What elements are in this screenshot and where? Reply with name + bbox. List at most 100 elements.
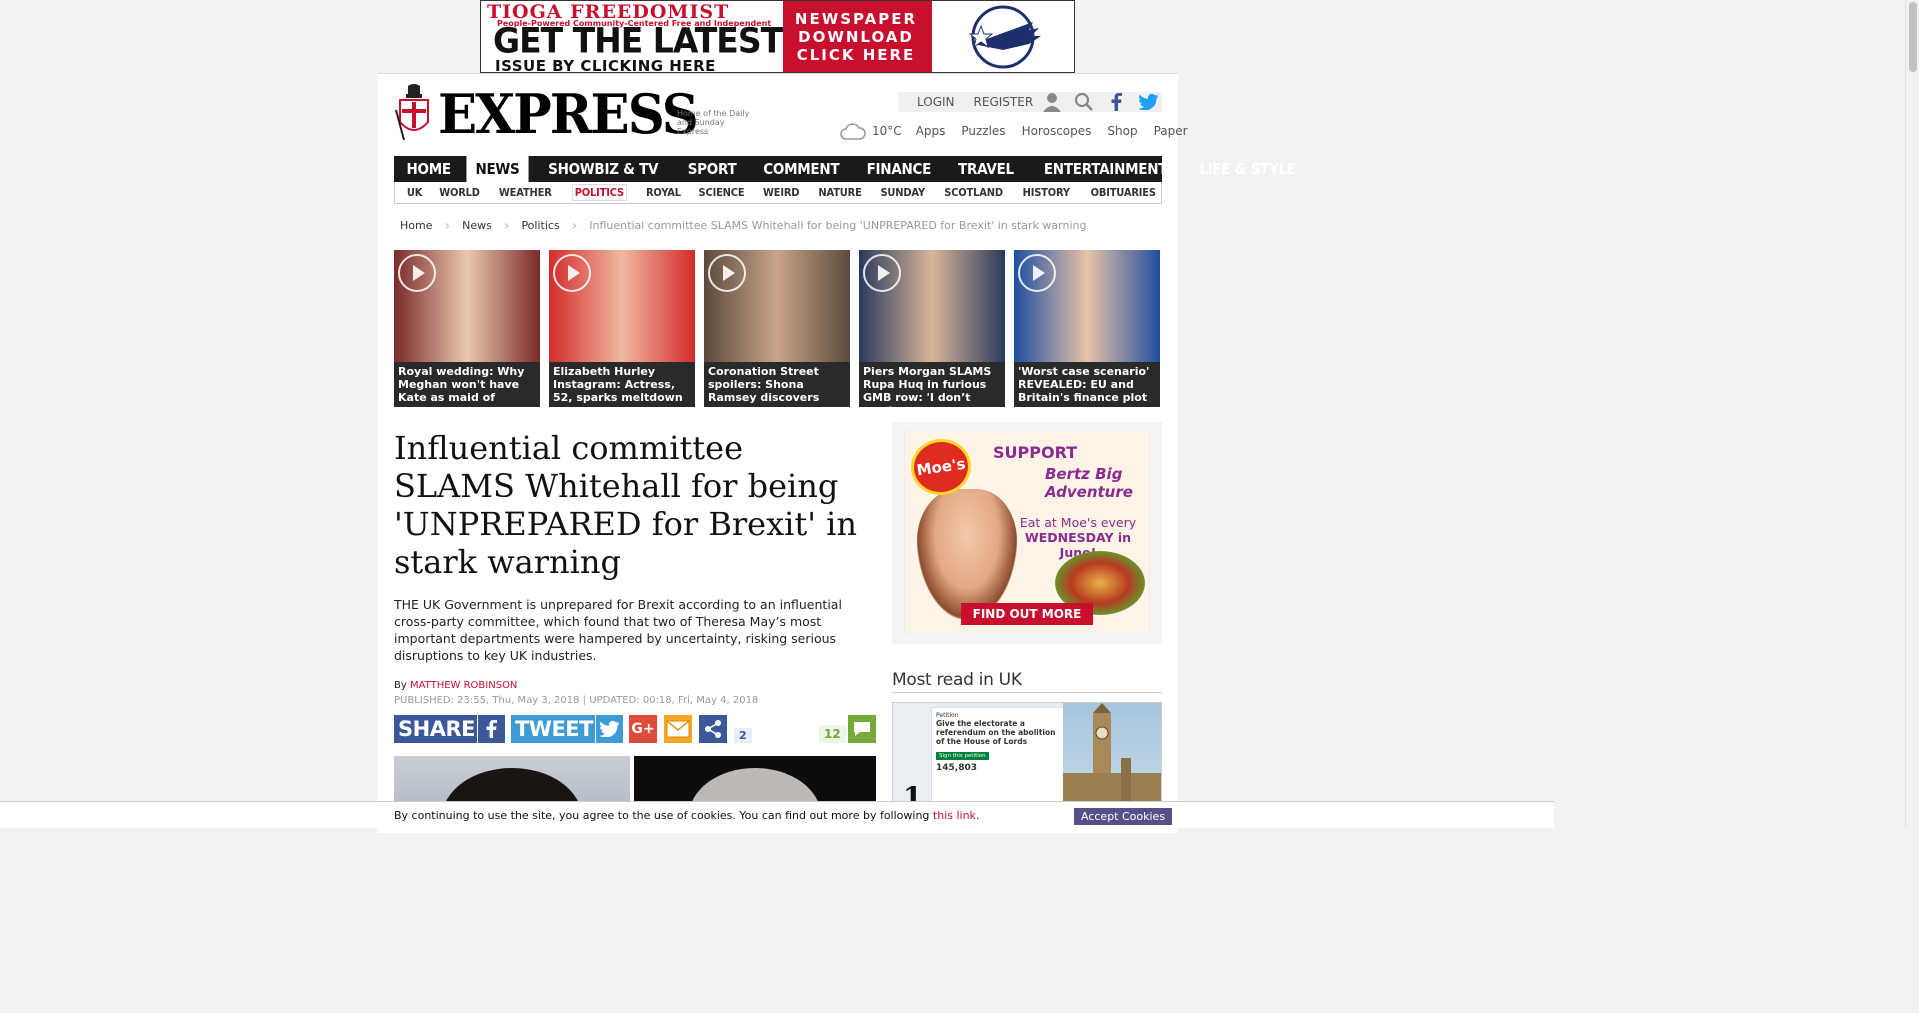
paper-link[interactable]: Paper — [1154, 124, 1188, 138]
puzzles-link[interactable]: Puzzles — [961, 124, 1005, 138]
breadcrumb: Home › News › Politics › Influential com… — [394, 217, 1086, 234]
video-caption: 'Worst case scenario' REVEALED: EU and B… — [1018, 365, 1150, 404]
ad-cta-line: NEWSPAPER — [794, 9, 918, 28]
breadcrumb-politics[interactable]: Politics — [515, 217, 565, 234]
email-share-button[interactable] — [663, 715, 692, 743]
eagle-star-icon — [968, 5, 1041, 68]
article-image-right — [634, 756, 876, 806]
subnav-item-weird[interactable]: WEIRD — [763, 186, 799, 199]
nav-item-showbiz-tv[interactable]: SHOWBIZ & TV — [539, 156, 667, 182]
weather-widget[interactable]: 10°C — [840, 122, 902, 140]
subnav-item-weather[interactable]: WEATHER — [499, 186, 552, 199]
subnav-item-obituaries[interactable]: OBITUARIES — [1090, 186, 1155, 199]
nav-item-life-style[interactable]: LIFE & STYLE — [1190, 156, 1305, 182]
subnav-item-nature[interactable]: NATURE — [818, 186, 861, 199]
subnav-item-royal[interactable]: ROYAL — [645, 186, 680, 199]
article-byline: By MATTHEW ROBINSON — [394, 680, 517, 691]
most-read-heading: Most read in UK — [892, 670, 1162, 693]
petition-label: Petition — [936, 712, 959, 719]
login-link[interactable]: LOGIN — [917, 95, 955, 109]
most-read-item[interactable]: Petition Give the electorate a referendu… — [892, 702, 1162, 812]
google-plus-share-button[interactable]: G+ — [628, 715, 657, 743]
video-card[interactable]: Royal wedding: Why Meghan won't have Kat… — [394, 250, 540, 407]
horoscopes-link[interactable]: Horoscopes — [1022, 124, 1092, 138]
accept-cookies-button[interactable]: Accept Cookies — [1074, 808, 1173, 825]
cookie-link[interactable]: this link — [933, 809, 976, 822]
cookie-period: . — [975, 809, 980, 822]
nav-item-entertainment[interactable]: ENTERTAINMENT — [1035, 156, 1176, 182]
twitter-share-button[interactable]: TWEET — [510, 715, 623, 743]
chevron-right-icon: › — [503, 217, 510, 234]
nav-item-travel[interactable]: TRAVEL — [949, 156, 1023, 182]
share-bar: SHARE TWEET G+ 2 — [394, 715, 752, 743]
comment-icon — [847, 715, 876, 743]
twitter-icon[interactable] — [1138, 92, 1158, 112]
play-icon — [708, 254, 746, 292]
facebook-icon[interactable] — [1106, 92, 1126, 112]
top-advertisement[interactable]: TIOGA FREEDOMIST People-Powered Communit… — [480, 0, 1075, 73]
scrollbar[interactable] — [1905, 0, 1919, 828]
nav-item-sport[interactable]: SPORT — [678, 156, 745, 182]
author-link[interactable]: MATTHEW ROBINSON — [410, 680, 517, 691]
byline-prefix: By — [394, 680, 407, 691]
breadcrumb-home[interactable]: Home — [394, 217, 438, 234]
cookie-message: By continuing to use the site, you agree… — [394, 809, 930, 822]
ad-cta-line: DOWNLOAD — [798, 27, 914, 46]
ad-headline: GET THE LATEST — [493, 20, 783, 61]
video-card[interactable]: Coronation Street spoilers: Shona Ramsey… — [704, 250, 850, 407]
cookie-banner: By continuing to use the site, you agree… — [0, 801, 1554, 828]
play-icon — [1018, 254, 1056, 292]
shop-link[interactable]: Shop — [1107, 124, 1137, 138]
nav-item-comment[interactable]: COMMENT — [754, 156, 848, 182]
envelope-icon — [666, 720, 690, 738]
video-caption: Elizabeth Hurley Instagram: Actress, 52,… — [553, 365, 683, 404]
nav-item-news[interactable]: NEWS — [466, 156, 529, 182]
article-headline: Influential committee SLAMS Whitehall fo… — [394, 429, 858, 581]
page-container: EXPRESS Home of the Daily and Sunday Exp… — [378, 73, 1296, 833]
nav-item-home[interactable]: HOME — [397, 156, 459, 182]
header-sub-links: 10°C Apps Puzzles Horoscopes Shop Paper — [840, 122, 1204, 140]
facebook-share-button[interactable]: SHARE — [394, 715, 505, 743]
logo-wordmark: EXPRESS — [438, 82, 699, 146]
nav-item-finance[interactable]: FINANCE — [858, 156, 941, 182]
share-count: 2 — [733, 727, 752, 743]
more-share-button[interactable] — [698, 715, 727, 743]
breadcrumb-news[interactable]: News — [456, 217, 498, 234]
petition-count: 145,803 — [936, 763, 977, 773]
subnav-item-science[interactable]: SCIENCE — [699, 186, 745, 199]
sub-nav: UK WORLD WEATHER POLITICS ROYAL SCIENCE … — [394, 182, 1162, 204]
header-icons — [1042, 92, 1158, 112]
search-icon[interactable] — [1074, 92, 1094, 112]
subnav-item-history[interactable]: HISTORY — [1023, 186, 1070, 199]
video-card[interactable]: Piers Morgan SLAMS Rupa Huq in furious G… — [859, 250, 1005, 407]
scrollbar-thumb[interactable] — [1909, 2, 1917, 72]
breadcrumb-current: Influential committee SLAMS Whitehall fo… — [589, 219, 1087, 232]
apps-link[interactable]: Apps — [916, 124, 946, 138]
find-out-more-button[interactable]: FIND OUT MORE — [961, 603, 1093, 625]
sidebar-advertisement[interactable]: Moe's SUPPORT Bertz Big Adventure Eat at… — [892, 422, 1162, 644]
subnav-item-sunday[interactable]: SUNDAY — [880, 186, 925, 199]
subnav-item-uk[interactable]: UK — [407, 186, 423, 199]
video-card[interactable]: 'Worst case scenario' REVEALED: EU and B… — [1014, 250, 1160, 407]
video-caption: Coronation Street spoilers: Shona Ramsey… — [708, 365, 820, 404]
video-card[interactable]: Elizabeth Hurley Instagram: Actress, 52,… — [549, 250, 695, 407]
facebook-icon — [476, 715, 505, 743]
ad-photo — [917, 489, 1017, 619]
subnav-item-world[interactable]: WORLD — [439, 186, 480, 199]
video-strip: Royal wedding: Why Meghan won't have Kat… — [394, 250, 1160, 407]
play-icon — [553, 254, 591, 292]
play-icon — [398, 254, 436, 292]
register-link[interactable]: REGISTER — [974, 95, 1034, 109]
comments-widget[interactable]: 12 — [819, 715, 876, 743]
subnav-item-scotland[interactable]: SCOTLAND — [944, 186, 1003, 199]
petition-screenshot: Petition Give the electorate a referendu… — [931, 707, 1065, 807]
video-thumbnail — [394, 250, 540, 362]
ad-eagle-logo — [929, 1, 1074, 72]
cloud-icon — [840, 123, 866, 140]
tweet-label: TWEET — [510, 715, 595, 743]
twitter-icon — [594, 715, 623, 743]
express-logo[interactable]: EXPRESS — [394, 82, 711, 142]
subnav-item-politics[interactable]: POLITICS — [571, 184, 627, 201]
user-icon[interactable] — [1042, 92, 1062, 112]
ad-cta[interactable]: NEWSPAPER DOWNLOAD CLICK HERE — [783, 1, 929, 72]
